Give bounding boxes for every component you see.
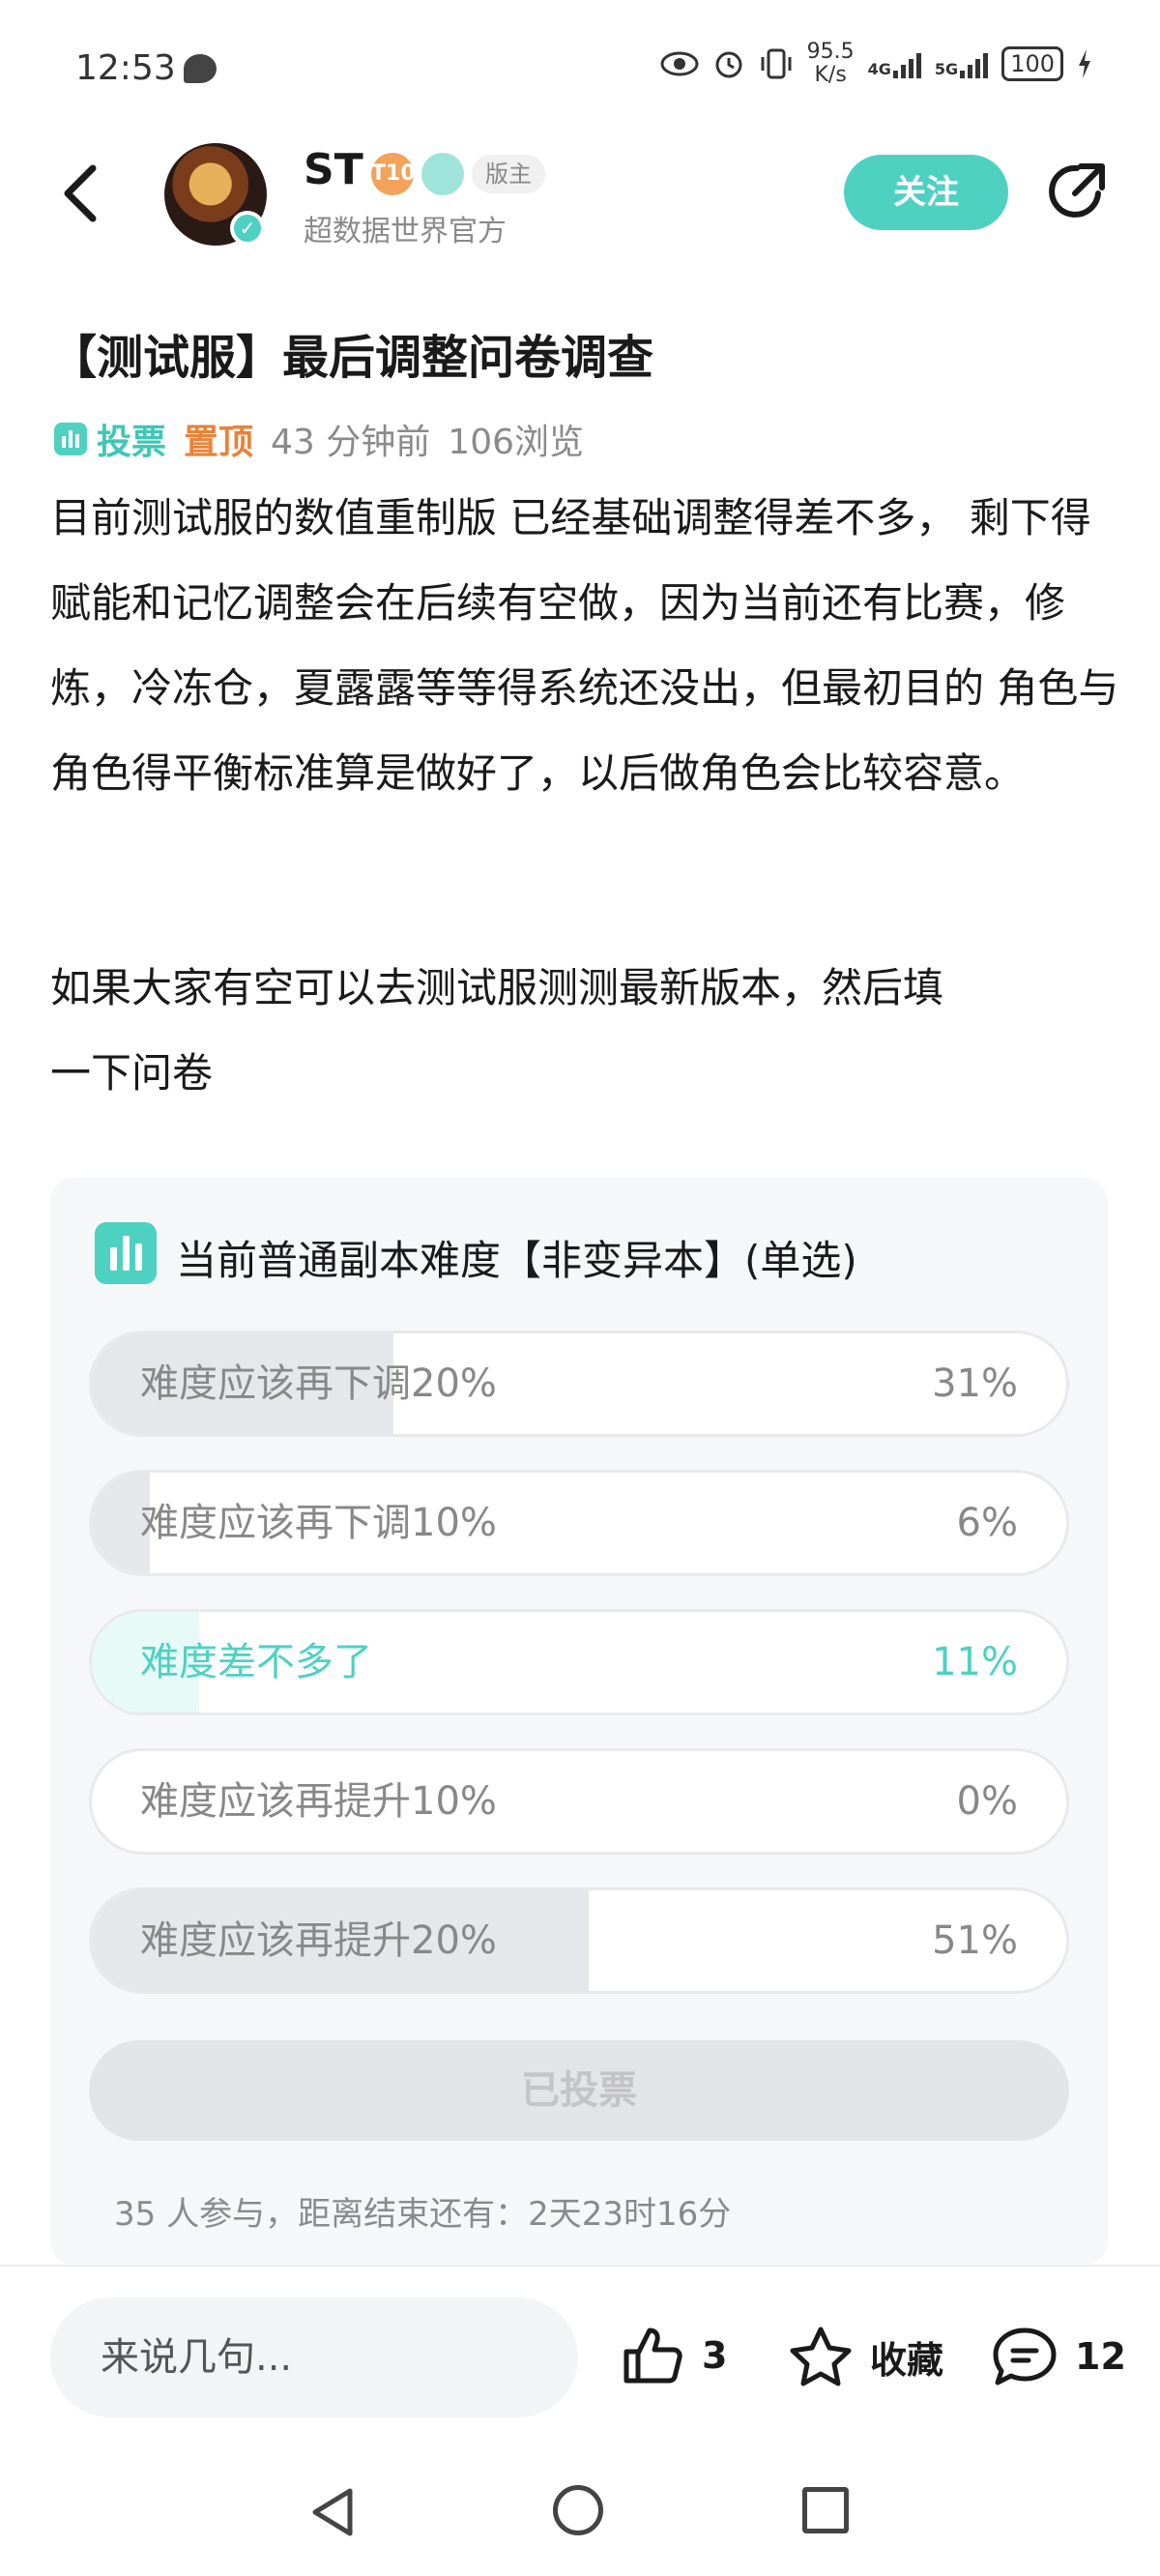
poll-option-1[interactable]: 难度应该再下调20% 31% <box>89 1331 1069 1437</box>
net-speed-unit: K/s <box>814 63 847 87</box>
divider <box>0 2265 1160 2267</box>
post-paragraph-2: 如果大家有空可以去测试服测测最新版本，然后填一下问卷 <box>50 964 944 1097</box>
poll-option-percent: 0% <box>956 1779 1018 1824</box>
back-arrow-icon[interactable] <box>56 162 104 224</box>
poll-option-label: 难度差不多了 <box>140 1640 372 1684</box>
signal-5g-icon <box>960 49 989 78</box>
favorite-button[interactable]: 收藏 <box>787 2325 943 2388</box>
comment-button[interactable]: 12 <box>990 2325 1126 2388</box>
post-title: 【测试服】最后调整问卷调查 <box>50 331 654 385</box>
net-speed-value: 95.5 <box>806 40 855 64</box>
vote-tag: 投票 <box>54 414 166 464</box>
post-paragraph-1: 目前测试服的数值重制版 已经基础调整得差不多， 剩下得赋能和记忆调整会在后续有空… <box>50 494 1119 797</box>
signal-4g: 4G <box>868 49 921 78</box>
poll-option-4[interactable]: 难度应该再提升10% 0% <box>89 1748 1069 1855</box>
status-icons: 95.5 K/s 4G 5G 100 <box>660 41 1092 87</box>
username[interactable]: ST <box>304 145 363 194</box>
poll-chart-icon <box>54 423 87 455</box>
poll-option-5[interactable]: 难度应该再提升20% 51% <box>89 1888 1069 1994</box>
nav-recents-icon[interactable] <box>802 2487 849 2533</box>
follow-button[interactable]: 关注 <box>844 155 1008 230</box>
poll-option-label: 难度应该再提升20% <box>140 1918 497 1963</box>
poll-option-percent: 31% <box>932 1361 1018 1406</box>
poll-option-percent: 11% <box>932 1640 1018 1684</box>
share-icon[interactable] <box>1042 159 1110 226</box>
battery-indicator: 100 <box>1001 46 1063 81</box>
level-badge: T10 <box>371 153 416 195</box>
thumbs-up-icon <box>624 2327 682 2384</box>
poll-option-3[interactable]: 难度差不多了 11% <box>89 1609 1069 1715</box>
verified-badge-icon: ✓ <box>230 211 265 246</box>
poll-title: 当前普通副本难度【非变异本】(单选) <box>176 1237 857 1284</box>
moderator-tag: 版主 <box>472 155 545 193</box>
message-notification-icon <box>184 54 217 83</box>
poll-option-percent: 6% <box>956 1501 1018 1545</box>
nav-home-icon[interactable] <box>553 2485 603 2535</box>
post-time: 43 分钟前 <box>271 423 431 462</box>
poll-option-label: 难度应该再下调10% <box>140 1501 497 1545</box>
signal-4g-label: 4G <box>867 60 891 78</box>
poll-option-label: 难度应该再提升10% <box>140 1779 497 1824</box>
poll-footer: 35 人参与，距离结束还有：2天23时16分 <box>114 2195 732 2234</box>
post-meta: 投票 置顶 43 分钟前 106浏览 <box>54 414 584 464</box>
nav-back-icon[interactable] <box>307 2485 358 2539</box>
user-subtitle: 超数据世界官方 <box>304 215 507 249</box>
vibrate-icon <box>761 48 792 79</box>
comment-count: 12 <box>1075 2335 1126 2378</box>
signal-5g-label: 5G <box>934 60 959 78</box>
medal-badge-icon <box>421 153 464 195</box>
pin-tag: 置顶 <box>184 423 254 462</box>
star-icon <box>790 2327 852 2386</box>
vote-tag-label: 投票 <box>97 423 167 462</box>
net-speed: 95.5 K/s <box>807 41 855 87</box>
post-views: 106浏览 <box>448 423 585 462</box>
comment-bubble-icon <box>993 2327 1057 2386</box>
poll-option-2[interactable]: 难度应该再下调10% 6% <box>89 1470 1069 1576</box>
voted-button[interactable]: 已投票 <box>89 2040 1069 2141</box>
like-button[interactable]: 3 <box>621 2325 727 2386</box>
favorite-label: 收藏 <box>870 2338 944 2382</box>
signal-4g-icon <box>892 49 921 78</box>
charging-icon <box>1079 49 1090 78</box>
status-time: 12:53 <box>75 48 176 88</box>
poll-option-label: 难度应该再下调20% <box>140 1361 497 1406</box>
poll-option-percent: 51% <box>932 1918 1018 1963</box>
eye-icon <box>660 51 699 76</box>
like-count: 3 <box>702 2334 728 2377</box>
poll-chart-icon <box>95 1222 157 1284</box>
signal-5g: 5G <box>934 49 989 78</box>
comment-input[interactable]: 来说几句... <box>50 2298 578 2417</box>
alarm-icon <box>715 51 742 78</box>
